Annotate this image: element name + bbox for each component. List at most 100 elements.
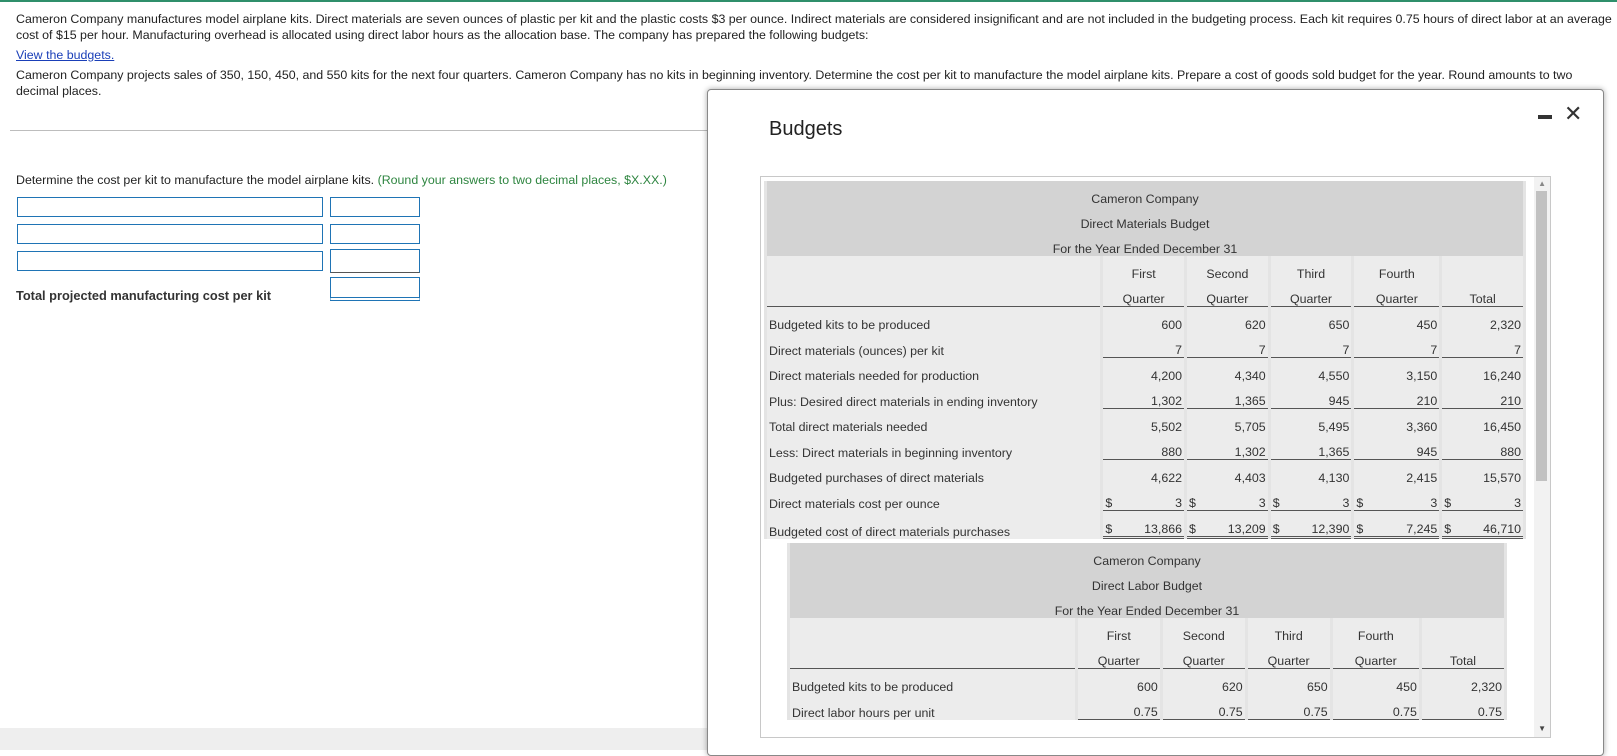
- value-text: 1,302: [1234, 445, 1266, 459]
- dm-budget-name: Direct Materials Budget: [767, 206, 1523, 231]
- value-text: 620: [1222, 680, 1243, 694]
- row-value: 2,415: [1354, 460, 1440, 485]
- value-text: 450: [1396, 680, 1417, 694]
- row-value: 16,450: [1442, 409, 1523, 434]
- currency-symbol: $: [1272, 496, 1280, 510]
- row-value: 1,302: [1103, 383, 1185, 409]
- question-text: Determine the cost per kit to manufactur…: [16, 173, 378, 187]
- row-value: 0.75: [1332, 694, 1419, 720]
- value-text: 3: [1258, 496, 1266, 510]
- cost-amount-input-3[interactable]: [330, 249, 420, 273]
- dl-company-name: Cameron Company: [790, 543, 1504, 568]
- cost-label-input-1[interactable]: [17, 197, 323, 217]
- value-text: 0.75: [1477, 705, 1502, 719]
- value-text: 2,320: [1470, 680, 1502, 694]
- value-text: 450: [1416, 318, 1438, 332]
- scrollbar-thumb[interactable]: [1536, 191, 1547, 481]
- cost-label-input-2[interactable]: [17, 224, 323, 244]
- dl-header-blank-2: [790, 643, 1075, 669]
- row-value: $13,209: [1187, 511, 1268, 539]
- budget-row: Direct materials cost per ounce $3 $3 $3 $3 $…: [767, 485, 1523, 511]
- total-cost-input[interactable]: [330, 277, 420, 301]
- row-label: Budgeted kits to be produced: [767, 307, 1101, 332]
- row-value: 7: [1187, 332, 1268, 358]
- row-label: Total direct materials needed: [767, 409, 1101, 434]
- row-value: 210: [1442, 383, 1523, 409]
- value-text: 7: [1430, 343, 1438, 357]
- row-value: 3,360: [1354, 409, 1440, 434]
- value-text: 13,866: [1144, 522, 1183, 536]
- budget-row: Less: Direct materials in beginning inve…: [767, 434, 1523, 460]
- problem-paragraph-1: Cameron Company manufactures model airpl…: [16, 12, 1612, 42]
- value-text: 12,390: [1311, 522, 1350, 536]
- value-text: 3,360: [1406, 420, 1438, 434]
- row-value: 1,365: [1270, 434, 1352, 460]
- question-prompt: Determine the cost per kit to manufactur…: [16, 173, 667, 187]
- cost-amount-input-1[interactable]: [330, 197, 420, 217]
- value-text: 3: [1342, 496, 1350, 510]
- cost-amount-input-2[interactable]: [330, 224, 420, 244]
- dl-col-top-3: Third: [1247, 618, 1330, 643]
- row-value: $3: [1270, 485, 1352, 511]
- value-text: 3: [1175, 496, 1183, 510]
- dl-col-bottom-4: Quarter: [1332, 643, 1419, 669]
- value-text: 7,245: [1406, 522, 1438, 536]
- question-hint: (Round your answers to two decimal place…: [377, 173, 667, 187]
- row-value: 4,200: [1103, 358, 1185, 383]
- dm-col-bottom-3: Quarter: [1270, 281, 1352, 307]
- currency-symbol: $: [1189, 522, 1196, 536]
- vertical-scrollbar[interactable]: ▲ ▼: [1534, 177, 1550, 737]
- row-value: 1,302: [1187, 434, 1268, 460]
- cost-label-input-3[interactable]: [17, 251, 323, 271]
- view-budgets-link[interactable]: View the budgets.: [16, 48, 114, 62]
- row-value: 880: [1442, 434, 1523, 460]
- value-text: 0.75: [1218, 705, 1243, 719]
- modal-title: Budgets: [769, 118, 843, 140]
- dm-header-blank-2: [767, 281, 1101, 307]
- value-text: 16,450: [1483, 420, 1521, 434]
- dm-col-bottom-4: Quarter: [1354, 281, 1440, 307]
- total-cost-label: Total projected manufacturing cost per k…: [16, 288, 272, 303]
- section-divider: [10, 130, 710, 131]
- budget-row: Budgeted cost of direct materials purcha…: [767, 511, 1523, 539]
- direct-materials-budget-table: Cameron Company Direct Materials Budget …: [764, 181, 1526, 539]
- row-value: 7: [1354, 332, 1440, 358]
- scroll-up-icon[interactable]: ▲: [1538, 179, 1546, 188]
- row-value: 15,570: [1442, 460, 1523, 485]
- dl-col-bottom-1: Quarter: [1077, 643, 1160, 669]
- value-text: 945: [1328, 394, 1350, 408]
- dl-budget-period: For the Year Ended December 31: [790, 593, 1504, 618]
- dl-col-top-5: [1421, 618, 1504, 643]
- row-value: 3,150: [1354, 358, 1440, 383]
- dm-col-top-3: Third: [1270, 256, 1352, 281]
- row-value: 450: [1332, 669, 1419, 694]
- row-value: 5,705: [1187, 409, 1268, 434]
- dl-col-top-4: Fourth: [1332, 618, 1419, 643]
- row-value: 0.75: [1421, 694, 1504, 720]
- value-text: 650: [1306, 680, 1328, 694]
- currency-symbol: $: [1105, 522, 1113, 536]
- value-text: 7: [1175, 343, 1183, 357]
- row-value: $7,245: [1354, 511, 1440, 539]
- row-value: $12,390: [1270, 511, 1352, 539]
- row-value: $3: [1103, 485, 1185, 511]
- dm-col-bottom-5: Total: [1442, 281, 1523, 307]
- dm-col-top-5: [1442, 256, 1523, 281]
- value-text: 5,705: [1234, 420, 1266, 434]
- dm-col-bottom-2: Quarter: [1187, 281, 1268, 307]
- value-text: 3,150: [1406, 369, 1438, 383]
- scroll-down-icon[interactable]: ▼: [1538, 724, 1546, 733]
- row-value: 450: [1354, 307, 1440, 332]
- top-accent-line: [0, 0, 1617, 2]
- value-text: 945: [1416, 445, 1438, 459]
- close-icon[interactable]: ✕: [1564, 103, 1582, 125]
- dm-company-name: Cameron Company: [767, 181, 1523, 206]
- budgets-scroll-frame[interactable]: Cameron Company Direct Materials Budget …: [760, 176, 1551, 738]
- minimize-icon[interactable]: [1538, 115, 1552, 119]
- budget-row: Direct labor hours per unit 0.75 0.75 0.75 0…: [790, 694, 1504, 720]
- value-text: 1,365: [1234, 394, 1266, 408]
- value-text: 600: [1161, 318, 1183, 332]
- row-label: Budgeted kits to be produced: [790, 669, 1075, 694]
- value-text: 210: [1500, 394, 1521, 408]
- row-value: 600: [1103, 307, 1185, 332]
